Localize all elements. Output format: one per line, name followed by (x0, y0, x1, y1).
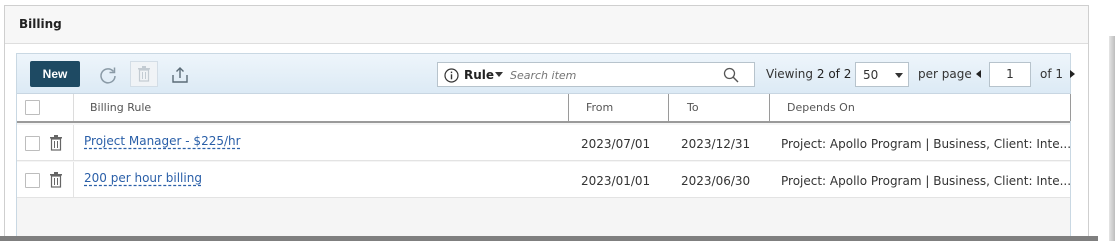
panel-title: Billing (19, 17, 62, 31)
depends-on: Project: Apollo Program | Business, Clie… (781, 174, 1072, 188)
viewing-count: 2 of 2 (816, 67, 852, 81)
row-divider (73, 125, 74, 160)
refresh-icon[interactable] (97, 64, 119, 86)
window-edge (1109, 36, 1115, 241)
table-row[interactable]: 200 per hour billing 2023/01/01 2023/06/… (17, 162, 1072, 198)
column-billing-rule[interactable]: Billing Rule (90, 94, 151, 121)
window-edge (0, 236, 1098, 241)
depends-on: Project: Apollo Program | Business, Clie… (781, 137, 1072, 151)
info-icon[interactable] (444, 68, 459, 87)
column-divider (73, 94, 74, 121)
search-input[interactable] (510, 66, 720, 84)
export-icon[interactable] (169, 64, 191, 86)
select-all-checkbox[interactable] (25, 100, 40, 115)
row-checkbox[interactable] (25, 173, 40, 188)
page-number-input[interactable]: 1 (989, 62, 1031, 87)
column-divider (1070, 94, 1071, 121)
column-divider[interactable] (769, 94, 770, 121)
delete-button[interactable] (130, 61, 158, 87)
viewing-status: Viewing 2 of 2 (766, 67, 851, 81)
to-date: 2023/12/31 (681, 137, 751, 151)
billing-grid: New Rule Search item Viewing 2 of 2 50 p… (16, 53, 1075, 238)
trash-icon[interactable] (49, 135, 63, 155)
row-divider (73, 162, 74, 197)
next-page-icon[interactable] (1070, 70, 1075, 78)
from-date: 2023/01/01 (581, 174, 651, 188)
page-size-value: 50 (863, 68, 879, 82)
trash-icon (137, 66, 151, 86)
column-from[interactable]: From (586, 94, 613, 121)
to-date: 2023/06/30 (681, 174, 751, 188)
search-box: Rule (437, 62, 755, 87)
viewing-label: Viewing (766, 67, 814, 81)
row-checkbox[interactable] (25, 136, 40, 151)
grid-toolbar: New Rule Search item Viewing 2 of 2 50 p… (17, 54, 1075, 94)
total-pages: of 1 (1040, 67, 1064, 81)
previous-page-icon[interactable] (976, 70, 981, 78)
column-divider[interactable] (668, 94, 669, 121)
billing-rule-link[interactable]: 200 per hour billing (84, 171, 202, 185)
page-size-select[interactable]: 50 (855, 62, 909, 87)
column-divider[interactable] (568, 94, 569, 121)
new-button[interactable]: New (30, 61, 80, 87)
panel-header: Billing (5, 6, 1088, 44)
search-field-select[interactable]: Rule (464, 68, 494, 82)
table-header: Billing Rule From To Depends On (17, 94, 1071, 123)
billing-panel: Billing New Rule Search item Viewing 2 o… (4, 5, 1089, 238)
billing-rule-link[interactable]: Project Manager - $225/hr (84, 134, 241, 148)
table-row[interactable]: Project Manager - $225/hr 2023/07/01 202… (17, 125, 1072, 161)
per-page-label: per page (918, 67, 972, 81)
chevron-down-icon (895, 73, 903, 78)
column-depends-on[interactable]: Depends On (787, 94, 855, 121)
from-date: 2023/07/01 (581, 137, 651, 151)
trash-icon[interactable] (49, 172, 63, 192)
column-to[interactable]: To (687, 94, 699, 121)
search-icon[interactable] (723, 67, 739, 87)
chevron-down-icon[interactable] (495, 72, 503, 77)
